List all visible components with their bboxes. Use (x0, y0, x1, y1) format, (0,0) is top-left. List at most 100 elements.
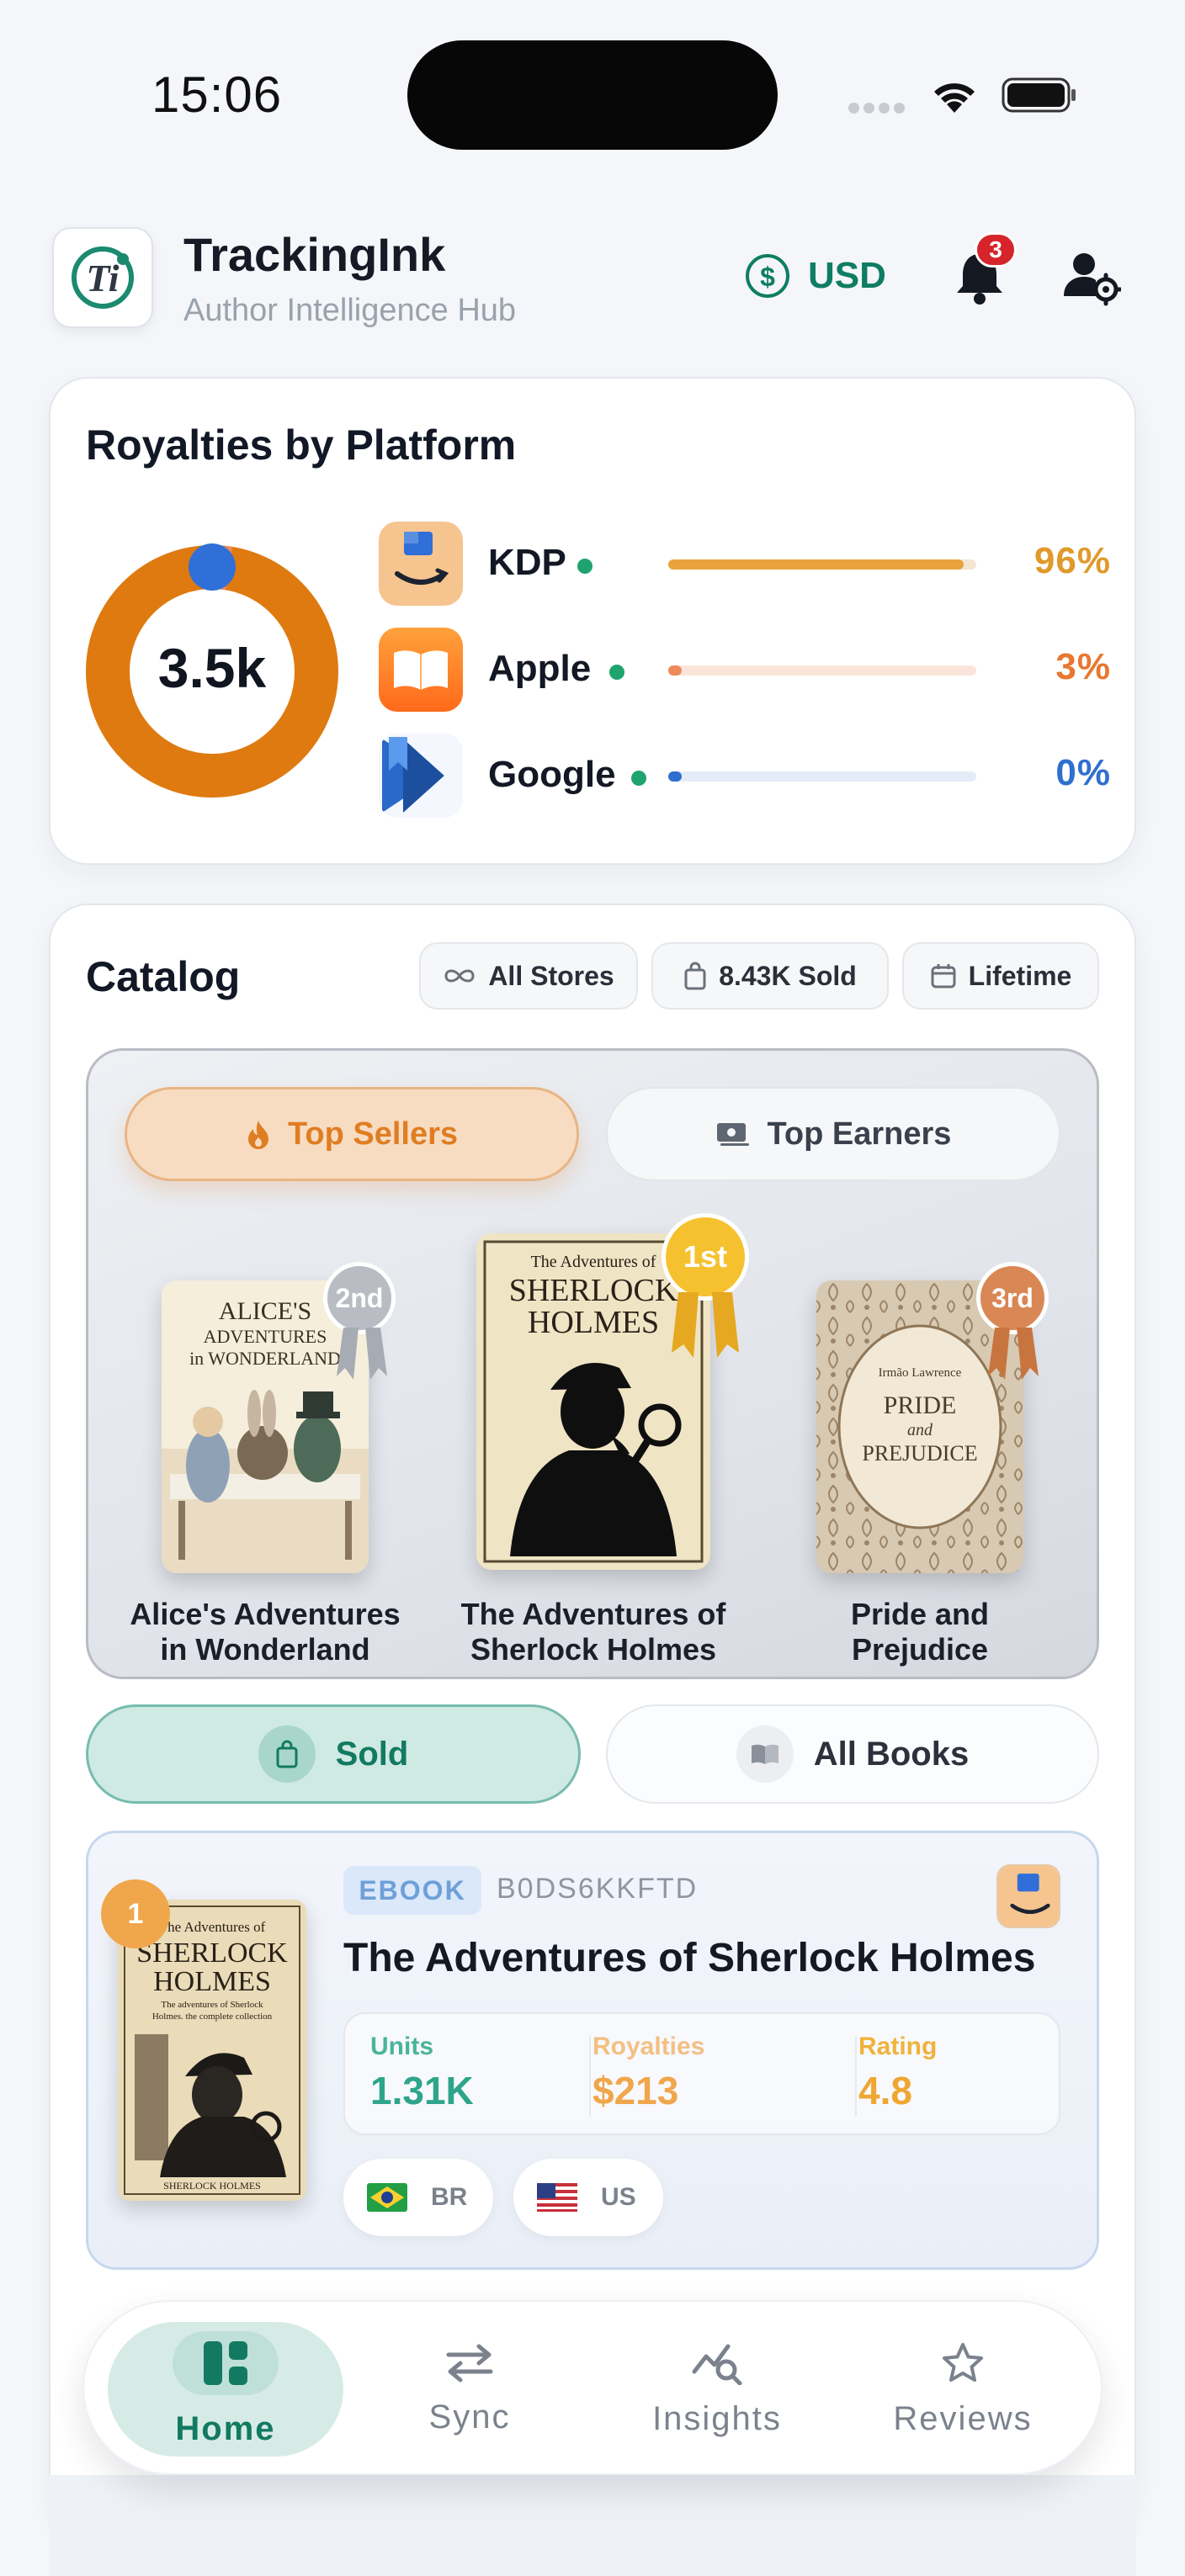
cover-text: ADVENTURES (204, 1326, 327, 1347)
open-book-icon (736, 1725, 794, 1783)
nav-label: Insights (652, 2399, 782, 2437)
platform-percent: 3% (1055, 646, 1111, 687)
nav-sync[interactable]: Sync (352, 2322, 587, 2457)
app-subtitle: Author Intelligence Hub (183, 293, 517, 328)
star-icon (943, 2342, 983, 2382)
cover-text: PREJUDICE (862, 1441, 977, 1466)
divider (589, 2036, 591, 2117)
bottom-nav: Home Sync Insights Reviews (82, 2300, 1103, 2475)
cash-icon (716, 1123, 749, 1146)
top-earners-toggle[interactable]: Top Earners (606, 1087, 1060, 1181)
rank-badge-3rd: 3rd (976, 1262, 1049, 1334)
tab-label: Sold (335, 1735, 409, 1773)
nav-insights[interactable]: Insights (599, 2322, 835, 2457)
status-dot (577, 559, 592, 574)
podium-book-title: Pride and Prejudice (763, 1597, 1077, 1667)
cover-text: Holmes. the complete collection (152, 2012, 273, 2022)
nav-label: Reviews (893, 2399, 1033, 2437)
signal-dots-icon (848, 103, 909, 114)
cover-text: The Adventures of (531, 1253, 656, 1271)
cover-text: PRIDE (884, 1391, 957, 1419)
toggle-label: Top Earners (767, 1116, 952, 1152)
platform-percent: 96% (1034, 540, 1111, 581)
cover-text: Irmão Lawrence (879, 1366, 962, 1380)
platform-row-kdp[interactable]: KDP 96% (379, 522, 1111, 606)
royalties-total: 3.5k (157, 637, 267, 699)
market-label: US (601, 2183, 636, 2211)
dollar-circle-icon: $ (746, 254, 789, 298)
home-grid-icon (173, 2330, 279, 2395)
cover-text: SHERLOCK (509, 1273, 678, 1308)
chip-sold-count[interactable]: 8.43K Sold (651, 942, 889, 1010)
platform-percent: 0% (1055, 752, 1111, 793)
title-line: in Wonderland (160, 1632, 370, 1667)
tab-label: All Books (813, 1735, 970, 1773)
chip-all-stores[interactable]: All Stores (419, 942, 638, 1010)
toggle-label: Top Sellers (287, 1116, 459, 1152)
chip-label: Lifetime (968, 960, 1072, 991)
cover-text: ALICE'S (219, 1297, 311, 1325)
cover-text: HOLMES (528, 1305, 659, 1340)
shopping-bag-icon (258, 1725, 316, 1783)
rank-badge-1st: 1st (662, 1213, 749, 1301)
format-tag: EBOOK (343, 1866, 481, 1915)
status-dot (609, 665, 624, 680)
platform-name: Apple (488, 648, 592, 689)
shopping-bag-icon (684, 962, 706, 990)
stat-value: 4.8 (858, 2069, 912, 2112)
nav-label: Home (175, 2409, 276, 2447)
title-line: The Adventures of (460, 1597, 726, 1631)
top-sellers-toggle[interactable]: Top Sellers (125, 1087, 579, 1181)
status-dot (631, 771, 646, 786)
stat-label: Units (370, 2033, 433, 2060)
svg-text:Ti: Ti (86, 257, 119, 299)
apple-books-icon (379, 628, 463, 712)
market-pill-us[interactable]: US (513, 2159, 663, 2236)
royalties-title: Royalties by Platform (86, 421, 517, 469)
brazil-flag-icon (367, 2183, 407, 2212)
title-line: Alice's Adventures (130, 1597, 401, 1631)
all-books-tab[interactable]: All Books (606, 1704, 1099, 1804)
google-play-books-icon (379, 734, 463, 818)
nav-reviews[interactable]: Reviews (845, 2322, 1081, 2457)
ribbon-icon (337, 1328, 387, 1380)
stats-panel: Units 1.31K Royalties $213 Rating 4.8 (343, 2012, 1060, 2135)
platform-name: KDP (488, 542, 566, 583)
platform-share-track (668, 771, 976, 782)
stat-label: Rating (858, 2033, 938, 2060)
stat-label: Royalties (592, 2033, 705, 2060)
cover-text: and (907, 1421, 933, 1439)
stat-value: 1.31K (370, 2069, 474, 2112)
cover-text: in WONDERLAND (189, 1348, 341, 1369)
ribbon-icon (988, 1328, 1039, 1380)
chip-label: All Stores (488, 960, 614, 991)
cover-text: SHERLOCK HOLMES (163, 2180, 261, 2192)
status-time: 15:06 (151, 66, 283, 123)
infinity-icon (444, 969, 475, 983)
insights-chart-icon (692, 2344, 742, 2385)
notification-badge: 3 (975, 232, 1017, 268)
catalog-title: Catalog (86, 953, 241, 1000)
market-pill-br[interactable]: BR (343, 2159, 493, 2236)
cover-text: HOLMES (153, 1966, 271, 1997)
podium-book-title: Alice's Adventures in Wonderland (108, 1597, 422, 1667)
user-settings-icon[interactable] (1062, 247, 1123, 306)
currency-label: USD (808, 255, 886, 296)
amazon-kdp-icon (996, 1864, 1060, 1928)
currency-selector[interactable]: $ USD (744, 249, 886, 303)
platform-row-google[interactable]: Google 0% (379, 734, 1111, 818)
nav-home[interactable]: Home (108, 2322, 343, 2457)
platform-row-apple[interactable]: Apple 3% (379, 628, 1111, 712)
sold-tab[interactable]: Sold (86, 1704, 581, 1804)
stat-value: $213 (592, 2069, 679, 2112)
sync-arrows-icon (446, 2344, 493, 2382)
title-line: Sherlock Holmes (470, 1632, 717, 1667)
flame-icon (247, 1121, 268, 1149)
chip-lifetime[interactable]: Lifetime (902, 942, 1099, 1010)
platform-share-fill (668, 665, 682, 676)
market-label: BR (431, 2183, 468, 2211)
listing-rank-badge: 1 (101, 1879, 170, 1948)
divider (855, 2036, 857, 2117)
cover-text: The Adventures of (159, 1919, 266, 1935)
app-logo[interactable]: Ti (52, 227, 153, 328)
